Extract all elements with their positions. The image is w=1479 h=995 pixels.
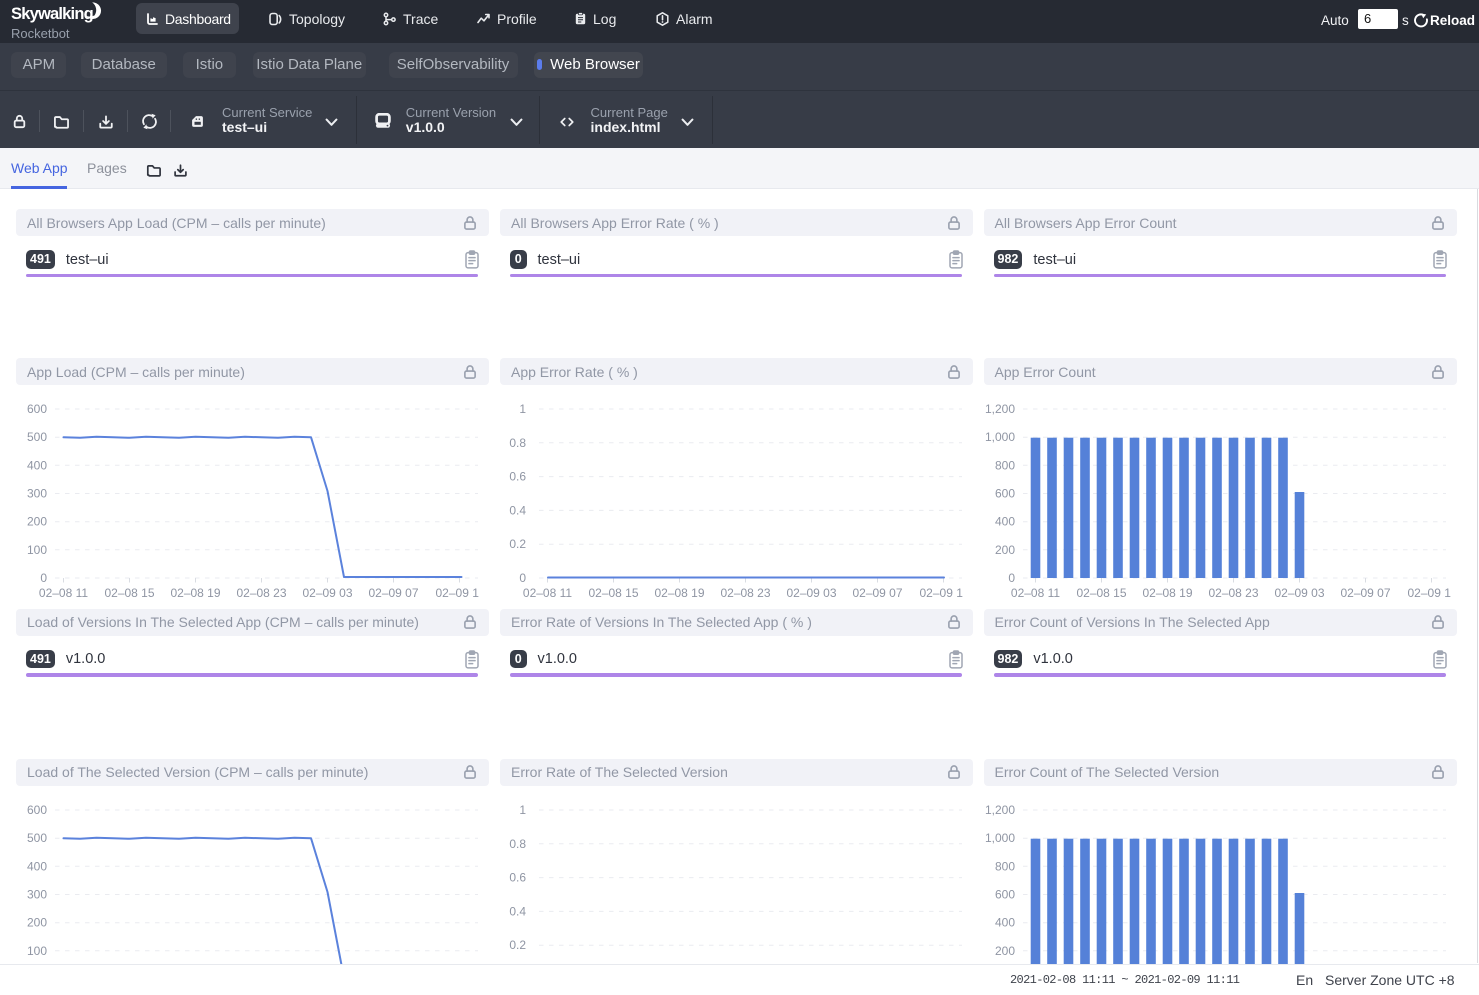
svg-text:02–08 11: 02–08 11	[1010, 586, 1059, 600]
svg-text:02–08 15: 02–08 15	[104, 586, 154, 600]
svg-text:02–09 07: 02–09 07	[852, 586, 902, 600]
svg-text:300: 300	[27, 887, 47, 901]
svg-text:200: 200	[27, 515, 47, 529]
svg-text:02–09 07: 02–09 07	[1340, 586, 1390, 600]
svg-text:02–08 23: 02–08 23	[1208, 586, 1258, 600]
svg-text:02–08 19: 02–08 19	[1142, 586, 1192, 600]
svg-text:400: 400	[994, 915, 1014, 929]
svg-text:200: 200	[27, 915, 47, 929]
svg-text:800: 800	[994, 458, 1014, 472]
svg-text:0.2: 0.2	[509, 537, 526, 551]
svg-text:600: 600	[27, 803, 47, 817]
svg-text:0.2: 0.2	[509, 938, 526, 952]
svg-text:600: 600	[27, 402, 47, 416]
svg-text:02–08 19: 02–08 19	[654, 586, 704, 600]
svg-text:1,200: 1,200	[984, 803, 1014, 817]
svg-text:02–09 1: 02–09 1	[436, 586, 480, 600]
svg-text:200: 200	[994, 543, 1014, 557]
svg-text:0.8: 0.8	[509, 436, 526, 450]
svg-text:02–09 03: 02–09 03	[786, 586, 836, 600]
svg-text:1: 1	[519, 402, 526, 416]
svg-text:100: 100	[27, 543, 47, 557]
svg-text:02–09 07: 02–09 07	[368, 586, 418, 600]
svg-text:02–08 15: 02–08 15	[588, 586, 638, 600]
svg-text:02–09 03: 02–09 03	[1274, 586, 1324, 600]
svg-text:800: 800	[994, 859, 1014, 873]
svg-text:0.4: 0.4	[509, 503, 526, 517]
svg-text:0.8: 0.8	[509, 836, 526, 850]
svg-text:02–08 23: 02–08 23	[720, 586, 770, 600]
svg-text:02–09 1: 02–09 1	[920, 586, 964, 600]
svg-text:02–09 1: 02–09 1	[1407, 586, 1451, 600]
svg-text:0.6: 0.6	[509, 870, 526, 884]
svg-text:400: 400	[994, 515, 1014, 529]
svg-text:400: 400	[27, 458, 47, 472]
svg-text:02–08 11: 02–08 11	[39, 586, 88, 600]
svg-text:500: 500	[27, 831, 47, 845]
svg-text:02–08 15: 02–08 15	[1076, 586, 1126, 600]
svg-text:400: 400	[27, 859, 47, 873]
svg-text:02–08 11: 02–08 11	[523, 586, 572, 600]
svg-text:02–08 23: 02–08 23	[236, 586, 286, 600]
svg-text:1,000: 1,000	[984, 430, 1014, 444]
svg-text:1: 1	[519, 803, 526, 817]
svg-text:1,000: 1,000	[984, 831, 1014, 845]
svg-text:0: 0	[40, 571, 47, 585]
svg-text:200: 200	[994, 943, 1014, 957]
svg-text:600: 600	[994, 487, 1014, 501]
svg-text:1,200: 1,200	[984, 402, 1014, 416]
svg-text:0: 0	[519, 571, 526, 585]
svg-text:0.4: 0.4	[509, 904, 526, 918]
svg-text:0: 0	[1008, 571, 1015, 585]
svg-text:300: 300	[27, 487, 47, 501]
svg-text:02–08 19: 02–08 19	[170, 586, 220, 600]
svg-text:100: 100	[27, 943, 47, 957]
svg-text:500: 500	[27, 430, 47, 444]
svg-text:0.6: 0.6	[509, 470, 526, 484]
svg-text:600: 600	[994, 887, 1014, 901]
svg-text:02–09 03: 02–09 03	[302, 586, 352, 600]
